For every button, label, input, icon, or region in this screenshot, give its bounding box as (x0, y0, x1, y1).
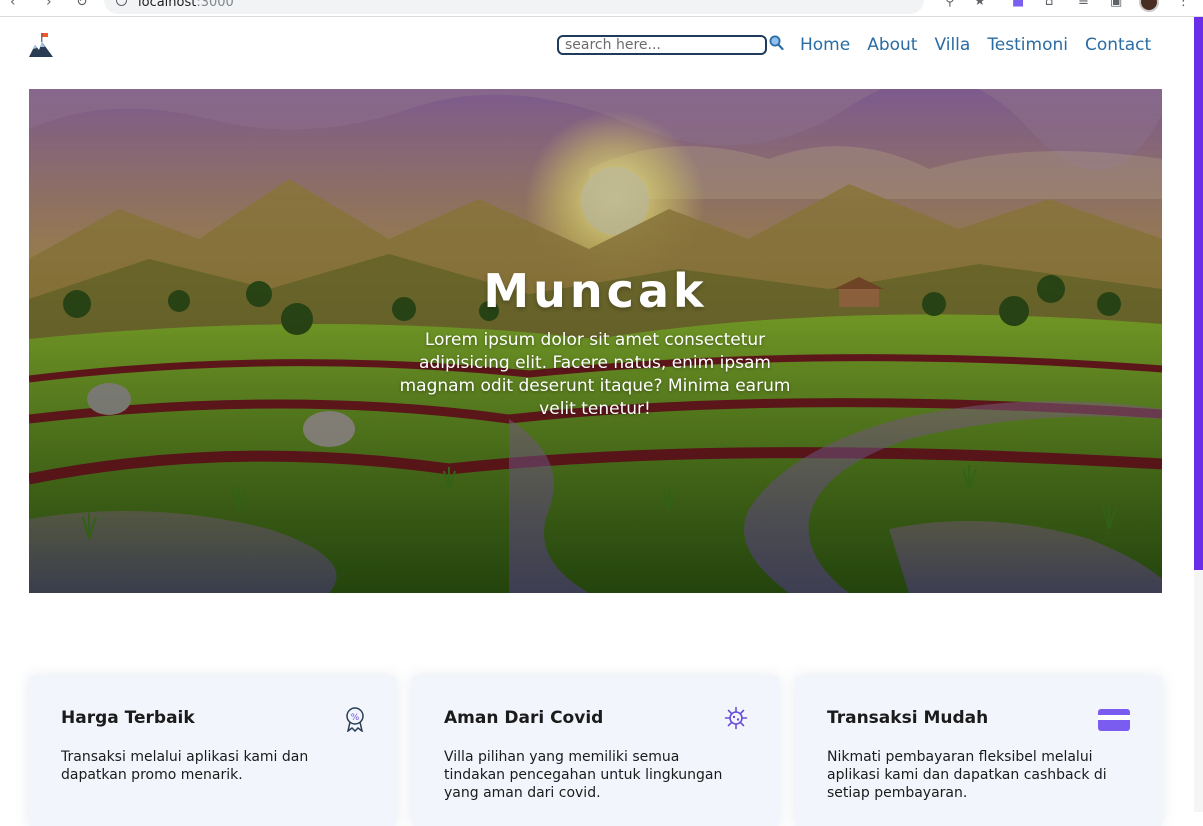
bookmark-star-icon[interactable]: ★ (974, 0, 986, 9)
nav-home[interactable]: Home (800, 34, 850, 56)
feature-description: Transaksi melalui aplikasi kami dan dapa… (61, 749, 309, 783)
feature-description: Nikmati pembayaran fleksibel melalui apl… (827, 749, 1107, 801)
address-url[interactable]: localhost:3000 (138, 0, 234, 10)
discount-badge-icon: % (346, 707, 364, 732)
back-icon[interactable]: ‹ (10, 0, 16, 10)
nav-contact[interactable]: Contact (1085, 34, 1151, 56)
puzzle-icon[interactable]: ▣ (1110, 0, 1122, 9)
feature-title: Transaksi Mudah (827, 708, 989, 728)
menu-kebab-icon[interactable]: ⋮ (1177, 0, 1190, 9)
hero-title: Muncak (483, 264, 708, 318)
svg-text:%: % (351, 713, 360, 723)
feature-title: Harga Terbaik (61, 708, 195, 728)
feature-title: Aman Dari Covid (444, 708, 604, 728)
nav-villa[interactable]: Villa (934, 34, 970, 56)
profile-avatar[interactable] (1139, 0, 1159, 12)
forward-icon[interactable]: › (46, 0, 52, 10)
home-icon[interactable]: ⌂ (1045, 0, 1053, 9)
feature-description: Villa pilihan yang memiliki semua tindak… (444, 749, 723, 801)
extension-icon[interactable]: ■ (1012, 0, 1024, 9)
feature-cards: Harga Terbaik % Transaksi melalui aplika… (29, 676, 1162, 826)
feature-card-harga-terbaik: Harga Terbaik % Transaksi melalui aplika… (29, 676, 396, 826)
key-icon[interactable]: ⚲ (945, 0, 955, 9)
site-header: Home About Villa Testimoni Contact (0, 17, 1194, 89)
media-icon[interactable]: ≡ (1078, 0, 1089, 9)
reload-icon[interactable]: ↻ (76, 0, 88, 10)
credit-card-icon (1098, 709, 1130, 731)
hero-banner: Muncak Lorem ipsum dolor sit amet consec… (29, 89, 1162, 593)
scrollbar-thumb[interactable] (1194, 17, 1203, 570)
search-input[interactable] (557, 35, 767, 55)
virus-icon (724, 706, 748, 730)
feature-card-aman-dari-covid: Aman Dari Covid Villa pilihan yang memil… (412, 676, 779, 826)
mountain-logo-icon[interactable] (29, 33, 53, 57)
nav-about[interactable]: About (867, 34, 917, 56)
browser-toolbar: ‹ › ↻ localhost:3000 ⚲ ★ ■ ⌂ ≡ ▣ ⋮ (0, 0, 1203, 17)
main-nav: Home About Villa Testimoni Contact (800, 34, 1151, 56)
nav-testimoni[interactable]: Testimoni (987, 34, 1068, 56)
feature-card-transaksi-mudah: Transaksi Mudah Nikmati pembayaran fleks… (795, 676, 1162, 826)
hero-description: Lorem ipsum dolor sit amet consectetur a… (399, 330, 791, 419)
search-icon[interactable] (768, 34, 784, 52)
